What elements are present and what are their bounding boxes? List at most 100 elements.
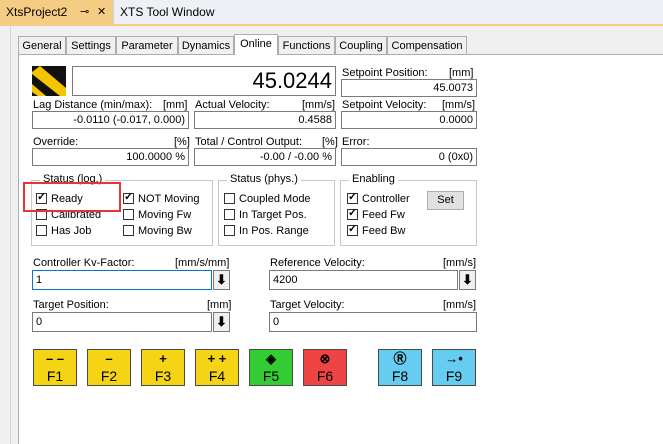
tab-compensation[interactable]: Compensation [387,36,467,54]
lag-distance-field: -0.0110 (-0.017, 0.000) [32,111,189,129]
moving-bw-label: Moving Bw [138,225,192,237]
in-pos-range-checkbox[interactable]: In Pos. Range [224,225,309,238]
ready-highlight-box [23,182,121,212]
total-output-field: -0.00 / -0.00 % [194,148,336,166]
setpoint-position-unit: [mm] [449,67,474,79]
f1-label: F1 [46,368,64,384]
checkbox-icon [123,225,134,236]
moving-fw-label: Moving Fw [138,209,192,221]
left-gutter [0,26,11,444]
close-icon[interactable]: ✕ [97,0,106,24]
not-moving-checkbox[interactable]: NOT Moving [123,191,200,206]
coupled-mode-checkbox[interactable]: Coupled Mode [224,193,311,206]
reference-velocity-input[interactable]: 4200 [269,270,458,290]
tab-parameter[interactable]: Parameter [116,36,178,54]
f4-jog-fast-forward-button[interactable]: + + F4 [195,349,239,386]
checkbox-icon [224,225,235,236]
doc-tab-xts-tool-window[interactable]: XTS Tool Window [113,0,257,24]
doc-tab-label: XTS Tool Window [120,5,215,19]
override-unit: [%] [174,136,190,148]
controller-label: Controller [362,193,410,205]
in-target-pos-label: In Target Pos. [239,209,307,221]
checkbox-icon [224,209,235,220]
feed-fw-checkbox[interactable]: Feed Fw [347,207,405,222]
target-position-apply-button[interactable]: ⬇ [213,312,230,332]
setpoint-velocity-unit: [mm/s] [442,99,475,111]
f8-label: F8 [391,368,409,384]
moving-fw-checkbox[interactable]: Moving Fw [123,209,191,222]
checkbox-checked-icon [347,223,358,236]
f6-stop-button[interactable]: ⊗ F6 [303,349,347,386]
f8-reset-button[interactable]: Ⓡ F8 [378,349,422,386]
kv-factor-apply-button[interactable]: ⬇ [213,270,230,290]
override-label: Override: [33,136,79,148]
reference-velocity-apply-button[interactable]: ⬇ [459,270,476,290]
tab-dynamics[interactable]: Dynamics [178,36,234,54]
status-phys-title: Status (phys.) [227,173,301,185]
doc-tab-xtsproject2[interactable]: XtsProject2 ⊸ ✕ [0,0,113,24]
total-output-unit: [%] [322,136,338,148]
tab-coupling[interactable]: Coupling [335,36,387,54]
f2-jog-backward-button[interactable]: – F2 [87,349,131,386]
controller-checkbox[interactable]: Controller [347,191,410,206]
target-position-input[interactable]: 0 [32,312,212,332]
enabling-title: Enabling [349,173,398,185]
minus-icon: – [105,351,113,366]
checkbox-icon [123,209,134,220]
checkbox-checked-icon [123,191,134,204]
override-field: 100.0000 % [32,148,189,166]
arrow-to-target-icon: →• [445,351,463,366]
set-button[interactable]: Set [427,191,464,210]
checkbox-icon [36,225,47,236]
reset-icon: Ⓡ [393,351,407,366]
tab-online[interactable]: Online [234,34,278,55]
checkbox-icon [224,193,235,204]
not-moving-label: NOT Moving [138,193,200,205]
moving-bw-checkbox[interactable]: Moving Bw [123,225,192,238]
f9-move-to-target-button[interactable]: →• F9 [432,349,476,386]
reference-velocity-unit: [mm/s] [443,257,476,269]
actual-velocity-field: 0.4588 [194,111,336,129]
kv-factor-input[interactable]: 1 [32,270,212,290]
axis-status-icon [32,66,66,96]
f4-label: F4 [208,368,226,384]
error-label: Error: [342,136,370,148]
kv-factor-label: Controller Kv-Factor: [33,257,135,269]
lag-distance-label: Lag Distance (min/max): [33,99,153,111]
target-position-label: Target Position: [33,299,109,311]
setpoint-velocity-field: 0.0000 [341,111,477,129]
feed-bw-checkbox[interactable]: Feed Bw [347,223,405,238]
target-position-unit: [mm] [207,299,232,311]
pin-icon[interactable]: ⊸ [80,0,89,24]
actual-position-display: 45.0244 [72,66,336,96]
target-velocity-unit: [mm/s] [443,299,476,311]
total-output-label: Total / Control Output: [195,136,302,148]
reference-velocity-label: Reference Velocity: [270,257,365,269]
actual-velocity-label: Actual Velocity: [195,99,270,111]
f9-label: F9 [445,368,463,384]
setpoint-velocity-label: Setpoint Velocity: [342,99,427,111]
setpoint-position-label: Setpoint Position: [342,67,428,79]
plus-icon: + [159,351,167,366]
f6-label: F6 [316,368,334,384]
target-velocity-input[interactable]: 0 [269,312,477,332]
start-icon: ◈ [266,351,276,366]
f3-label: F3 [154,368,172,384]
actual-velocity-unit: [mm/s] [302,99,335,111]
tab-general[interactable]: General [18,36,66,54]
in-pos-range-label: In Pos. Range [239,225,309,237]
error-field: 0 (0x0) [341,148,477,166]
tab-functions[interactable]: Functions [278,36,335,54]
setpoint-position-field: 45.0073 [341,79,477,97]
double-plus-icon: + + [207,351,227,366]
checkbox-checked-icon [347,191,358,204]
f3-jog-forward-button[interactable]: + F3 [141,349,185,386]
f1-jog-fast-backward-button[interactable]: – – F1 [33,349,77,386]
stop-icon: ⊗ [319,351,331,366]
has-job-checkbox[interactable]: Has Job [36,225,91,238]
double-minus-icon: – – [45,351,65,366]
kv-factor-unit: [mm/s/mm] [175,257,230,269]
in-target-pos-checkbox[interactable]: In Target Pos. [224,209,307,222]
f5-start-button[interactable]: ◈ F5 [249,349,293,386]
tab-settings[interactable]: Settings [66,36,116,54]
